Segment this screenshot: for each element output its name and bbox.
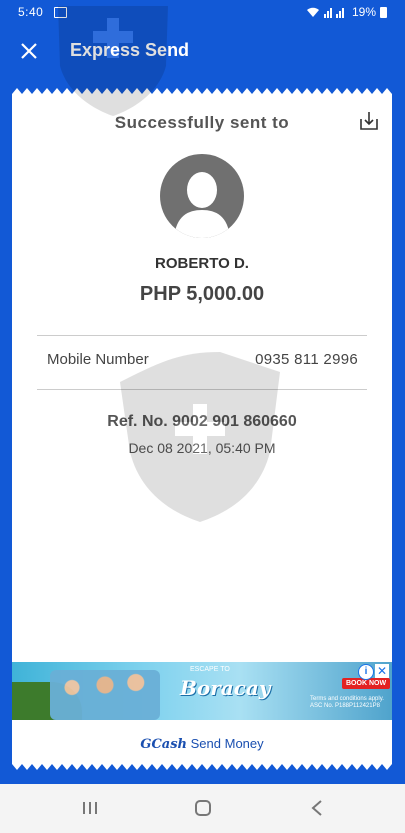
page-title: Express Send [70, 40, 190, 60]
status-indicators: 19% [306, 5, 387, 19]
amount-sent: PHP 5,000.00 [139, 283, 265, 305]
success-label: Successfully sent to [114, 113, 290, 132]
system-nav-bar [0, 784, 405, 833]
status-time: 5:40 [18, 5, 44, 19]
ad-close-icon[interactable]: ✕ [375, 664, 389, 678]
avatar [160, 154, 244, 238]
gcash-logo: GCash [140, 737, 188, 752]
home-icon [195, 800, 211, 816]
battery-percentage: 19% [351, 5, 376, 19]
home-button[interactable] [183, 794, 223, 822]
divider [37, 389, 367, 390]
recent-apps-button[interactable] [70, 794, 110, 822]
receipt-bottom-edge [12, 758, 392, 770]
ad-tagline: ESCAPE TO [190, 666, 230, 673]
user-silhouette-icon [174, 172, 230, 238]
ad-people-image [50, 670, 160, 720]
back-button[interactable] [297, 794, 337, 822]
ad-headline: Boracay [180, 676, 271, 700]
battery-icon [380, 6, 387, 18]
gallery-notification-icon [54, 7, 67, 18]
back-icon [311, 800, 322, 816]
divider [37, 335, 367, 336]
mobile-number-label: Mobile Number [47, 351, 149, 368]
close-icon [21, 43, 37, 59]
ad-fine-print: Terms and conditions apply. ASC No. P188… [310, 696, 384, 709]
recipient-name: ROBERTO D. [155, 255, 249, 272]
status-bar: 5:40 19% [0, 0, 405, 26]
signal-icon [323, 7, 344, 18]
ad-info-icon[interactable]: i [358, 664, 374, 680]
download-icon[interactable] [358, 110, 380, 132]
receipt-card: Successfully sent to ROBERTO D. PHP 5,00… [12, 98, 392, 760]
footer-text: Send Money [190, 736, 264, 751]
close-button[interactable] [16, 38, 42, 64]
mobile-number-value: 0935 811 2996 [255, 351, 358, 368]
transaction-date: Dec 08 2021, 05:40 PM [128, 440, 276, 456]
wifi-icon [306, 7, 319, 17]
footer-brand: GCash Send Money [12, 736, 392, 752]
recent-apps-icon [83, 802, 97, 814]
ad-banner[interactable]: ESCAPE TO Boracay BOOK NOW Terms and con… [12, 662, 392, 720]
app-header: Express Send [0, 26, 405, 90]
reference-number: Ref. No. 9002 901 860660 [107, 413, 297, 430]
